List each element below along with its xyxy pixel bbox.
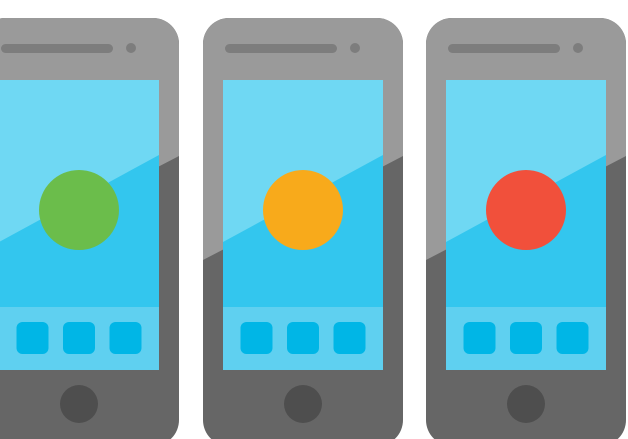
camera-icon	[350, 43, 360, 53]
phones-illustration	[0, 18, 626, 439]
app-icon	[240, 322, 273, 354]
speaker-grille	[448, 44, 560, 53]
speaker-grille	[1, 44, 113, 53]
status-dot-circle-icon	[39, 170, 119, 250]
camera-icon	[126, 43, 136, 53]
home-button	[284, 385, 322, 423]
app-icon	[556, 322, 589, 354]
home-button	[507, 385, 545, 423]
app-icon	[510, 322, 542, 354]
app-icon	[287, 322, 319, 354]
phone-red	[426, 18, 626, 439]
speaker-grille	[225, 44, 337, 53]
app-icon	[16, 322, 49, 354]
status-dot-circle-icon	[486, 170, 566, 250]
phone-orange	[203, 18, 403, 439]
app-icon	[333, 322, 366, 354]
camera-icon	[573, 43, 583, 53]
app-icon	[109, 322, 142, 354]
app-icon	[63, 322, 95, 354]
home-button	[60, 385, 98, 423]
status-dot-circle-icon	[263, 170, 343, 250]
app-icon	[463, 322, 496, 354]
phone-green	[0, 18, 179, 439]
